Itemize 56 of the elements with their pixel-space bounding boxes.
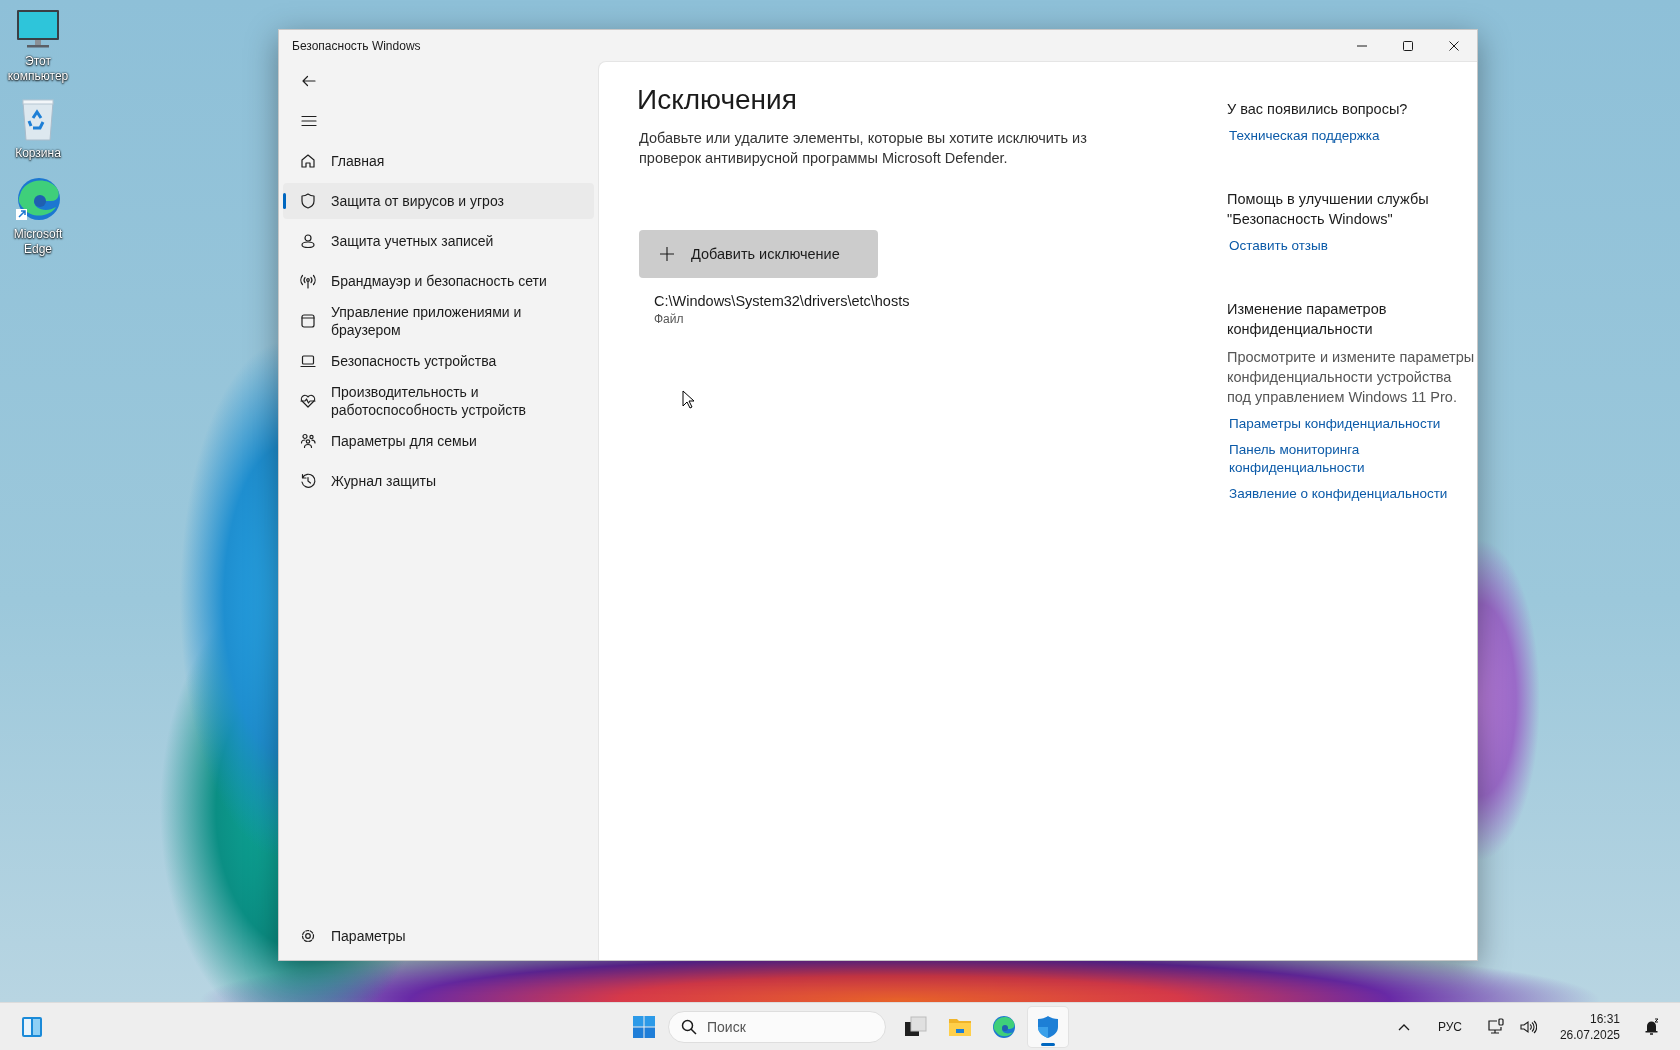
mouse-cursor-icon [682, 390, 694, 409]
language-indicator[interactable]: РУС [1429, 1019, 1470, 1034]
sidebar-item[interactable]: Производительность и работоспособность устройств [283, 383, 594, 419]
monitor-icon[interactable] [16, 8, 60, 50]
sidebar-item[interactable]: Журнал защиты [283, 463, 594, 499]
antenna-icon [299, 272, 317, 290]
settings-icon [299, 927, 317, 945]
add-exclusion-button[interactable]: Добавить исключение [639, 230, 878, 278]
maximize-icon [1403, 40, 1413, 51]
sidebar-item[interactable]: Защита учетных записей [283, 223, 594, 259]
section-text: Просмотрите и измените параметры конфиденциальности устройства под управлением Windows 11 Pro. [1227, 348, 1476, 407]
widgets-icon [20, 1014, 44, 1039]
sidebar-item[interactable]: Безопасность устройства [283, 343, 594, 379]
help-link[interactable]: Параметры конфиденциальности [1229, 415, 1477, 433]
section-heading: Изменение параметров конфиденциальности [1227, 300, 1388, 339]
window-title: Безопасность Windows [292, 38, 422, 53]
family-icon [299, 432, 317, 450]
app-window-icon [299, 312, 317, 330]
network-monitor-icon [1486, 1017, 1505, 1036]
section-heading: Помощь в улучшении службы "Безопасность Windows" [1227, 190, 1430, 229]
help-link[interactable]: Техническая поддержка [1229, 127, 1477, 145]
bell-icon [1643, 1017, 1661, 1036]
laptop-icon [299, 352, 317, 370]
page-title: Исключения [637, 84, 798, 116]
settings-item[interactable]: Параметры [283, 918, 594, 954]
help-link[interactable]: Оставить отзыв [1229, 237, 1477, 255]
clock[interactable]: 16:31 26.07.2025 [1553, 1010, 1626, 1043]
sidebar-item[interactable]: Параметры для семьи [283, 423, 594, 459]
task-view-icon [904, 1015, 928, 1039]
help-link[interactable]: Заявление о конфиденциальности [1229, 485, 1477, 503]
edge-browser-icon [992, 1015, 1016, 1039]
edge-browser-icon[interactable] [14, 175, 62, 223]
menu-icon [301, 113, 317, 129]
recycle-bin-icon[interactable] [21, 98, 55, 142]
help-link[interactable]: Панель мониторинга конфиденциальности [1229, 441, 1477, 477]
shield-icon [299, 192, 317, 210]
sidebar-item[interactable]: Защита от вирусов и угроз [283, 183, 594, 219]
section-heading: У вас появились вопросы? [1227, 100, 1409, 119]
exclusion-type: Файл [654, 312, 685, 326]
person-icon [299, 232, 317, 250]
plus-icon [659, 246, 675, 262]
close-icon [1449, 40, 1459, 51]
shield-icon [1036, 1015, 1060, 1039]
home-icon [299, 152, 317, 170]
windows-logo-icon [632, 1015, 656, 1039]
history-icon [299, 472, 317, 490]
back-arrow-icon [301, 73, 317, 89]
sidebar-item[interactable]: Брандмауэр и безопасность сети [283, 263, 594, 299]
chevron-up-icon [1397, 1022, 1410, 1031]
sidebar-item[interactable]: Управление приложениями и браузером [283, 303, 594, 339]
exclusion-path[interactable]: C:\Windows\System32\drivers\etc\hosts [654, 293, 1137, 309]
page-description: Добавьте или удалите элементы, которые вы хотите исключить из проверок антивирусной программы Microsoft Defender. [639, 129, 1088, 168]
search-icon [681, 1019, 697, 1035]
sidebar-item[interactable]: Главная [283, 143, 594, 179]
heart-pulse-icon [299, 392, 317, 410]
search-field[interactable]: Поиск [668, 1011, 886, 1043]
